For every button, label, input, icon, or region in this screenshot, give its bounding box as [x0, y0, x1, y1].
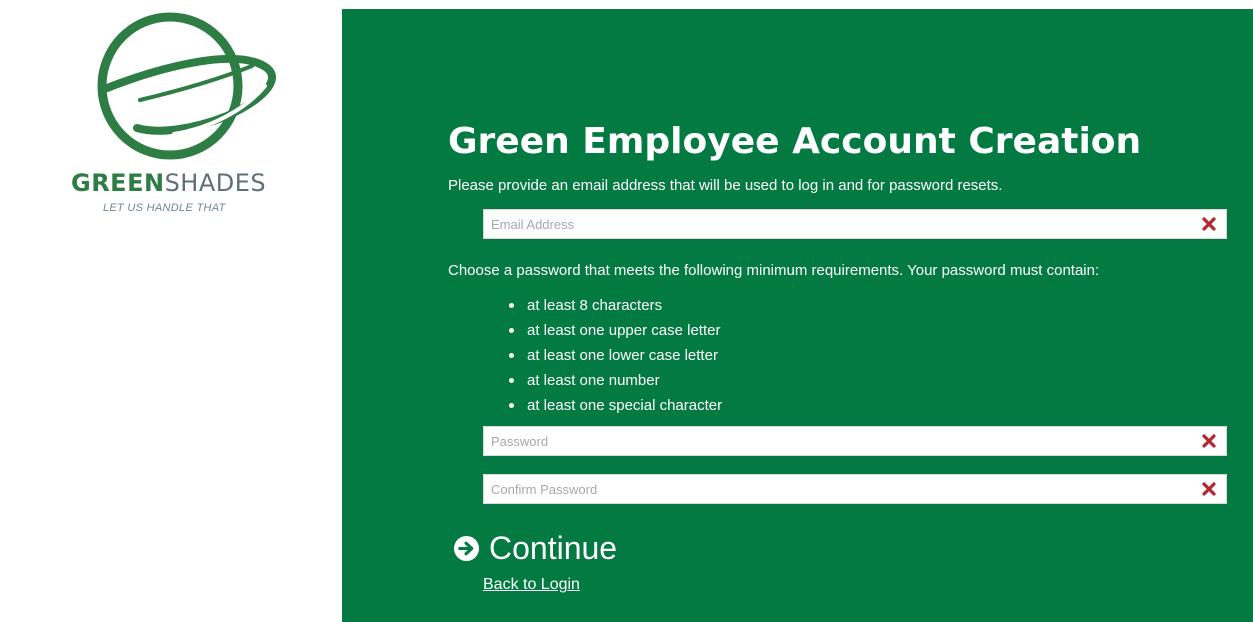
confirm-password-field [483, 474, 1227, 504]
requirement-text: at least one special character [527, 397, 723, 414]
password-field [483, 426, 1227, 456]
bullet-icon [509, 353, 514, 358]
brand-logo: GREENSHADES LET US HANDLE THAT [62, 8, 292, 228]
bullet-icon [509, 378, 514, 383]
back-to-login-link[interactable]: Back to Login [483, 576, 580, 594]
clear-password-icon[interactable] [1201, 433, 1217, 449]
greenshades-logo-icon [97, 12, 276, 160]
arrow-circle-right-icon [453, 535, 480, 561]
requirement-item: at least 8 characters [509, 293, 722, 318]
brand-tagline: LET US HANDLE THAT [103, 202, 226, 214]
requirement-item: at least one special character [509, 393, 722, 418]
brand-name-bold: GREEN [71, 169, 165, 197]
bullet-icon [509, 403, 514, 408]
email-input[interactable] [484, 210, 1184, 238]
requirement-item: at least one number [509, 368, 722, 393]
requirement-text: at least one lower case letter [527, 347, 718, 364]
page-title: Green Employee Account Creation [448, 121, 1142, 162]
confirm-password-input[interactable] [484, 475, 1184, 503]
password-input[interactable] [484, 427, 1184, 455]
logo-panel: GREENSHADES LET US HANDLE THAT [0, 0, 342, 622]
brand-name-light: SHADES [164, 169, 267, 197]
clear-email-icon[interactable] [1201, 216, 1217, 232]
requirement-text: at least 8 characters [527, 297, 663, 314]
requirement-text: at least one number [527, 372, 660, 389]
requirement-item: at least one lower case letter [509, 343, 722, 368]
password-instruction: Choose a password that meets the followi… [448, 262, 1100, 279]
requirement-item: at least one upper case letter [509, 318, 722, 343]
account-creation-panel: Green Employee Account Creation Please p… [342, 9, 1253, 622]
brand-name: GREENSHADES [71, 169, 266, 197]
bullet-icon [509, 328, 514, 333]
requirement-text: at least one upper case letter [527, 322, 721, 339]
email-instruction: Please provide an email address that wil… [448, 177, 1003, 194]
clear-confirm-password-icon[interactable] [1201, 481, 1217, 497]
continue-label: Continue [489, 529, 618, 566]
bullet-icon [509, 303, 514, 308]
password-requirements-list: at least 8 characters at least one upper… [509, 293, 722, 418]
email-field [483, 209, 1227, 239]
continue-button[interactable]: Continue [453, 528, 617, 568]
